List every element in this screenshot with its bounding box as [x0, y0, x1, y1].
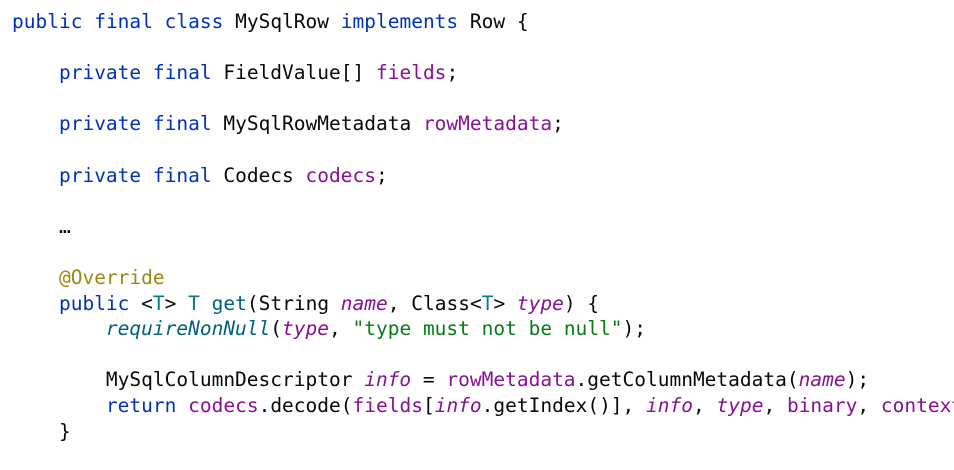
code-editor[interactable]: public final class MySqlRow implements R…	[0, 0, 954, 470]
code-token: FieldValue[]	[211, 61, 376, 85]
code-token: fields	[375, 61, 447, 85]
code-line[interactable]	[12, 86, 954, 112]
code-token: …	[12, 214, 71, 238]
code-token: rowMetadata	[422, 112, 553, 136]
code-line[interactable]: requireNonNull(type, "type must not be n…	[12, 316, 954, 342]
code-token: );	[845, 368, 870, 392]
code-block[interactable]: public final class MySqlRow implements R…	[12, 9, 954, 444]
code-token: codecs	[188, 393, 259, 417]
code-token: T	[152, 291, 165, 315]
code-token: requireNonNull	[105, 317, 271, 341]
code-token: public	[12, 10, 83, 33]
code-token: =	[411, 368, 447, 392]
code-token: rowMetadata	[446, 368, 576, 392]
code-token: }	[12, 419, 71, 443]
code-token: ,	[857, 393, 881, 417]
code-token: >	[493, 291, 517, 315]
code-token: .getIndex()],	[481, 393, 647, 417]
code-token: MySqlColumnDescriptor	[12, 368, 365, 392]
code-token: final	[152, 112, 212, 136]
code-token: (	[270, 317, 283, 341]
code-token: context	[880, 393, 954, 417]
code-token: return	[105, 393, 177, 417]
code-line[interactable]	[12, 342, 954, 368]
code-token: (String	[246, 291, 341, 315]
code-token: private	[58, 163, 142, 187]
code-line[interactable]: private final FieldValue[] fields;	[12, 60, 954, 86]
code-line[interactable]: private final MySqlRowMetadata rowMetada…	[12, 111, 954, 137]
code-token: ;	[446, 61, 459, 85]
code-token: .getColumnMetadata(	[575, 368, 799, 392]
code-line[interactable]: public <T> T get(String name, Class<T> t…	[12, 291, 954, 317]
code-token: info	[434, 393, 482, 417]
code-token: @Override	[58, 265, 165, 289]
code-token: MySqlRow	[223, 10, 341, 33]
code-line[interactable]: private final Codecs codecs;	[12, 163, 954, 189]
code-token: get	[211, 291, 247, 315]
code-line[interactable]	[12, 239, 954, 265]
code-token: type	[516, 291, 564, 315]
code-token: info	[364, 368, 412, 392]
code-token: codecs	[305, 163, 376, 187]
code-token: binary	[786, 393, 858, 417]
code-token: Row {	[458, 10, 529, 33]
code-token: T	[481, 291, 494, 315]
code-line[interactable]: }	[12, 419, 954, 445]
code-token: Codecs	[211, 163, 306, 187]
code-token: final	[152, 61, 212, 85]
code-token: MySqlRowMetadata	[211, 112, 423, 136]
code-token: ) {	[563, 291, 600, 315]
code-token: fields	[352, 393, 423, 417]
code-token: type	[282, 317, 330, 341]
code-line[interactable]: return codecs.decode(fields[info.getInde…	[12, 393, 954, 419]
code-line[interactable]	[12, 35, 954, 61]
code-token: [	[422, 393, 435, 417]
code-token: final	[94, 10, 153, 33]
code-token: name	[340, 291, 388, 315]
code-line[interactable]: MySqlColumnDescriptor info = rowMetadata…	[12, 367, 954, 393]
code-token: name	[798, 368, 846, 392]
code-token: private	[58, 112, 142, 136]
code-line[interactable]: public final class MySqlRow implements R…	[12, 9, 954, 35]
code-line[interactable]: @Override	[12, 265, 954, 291]
code-token: , Class<	[387, 291, 482, 315]
code-token: .decode(	[258, 393, 353, 417]
code-token: );	[622, 317, 647, 341]
code-token: <	[129, 291, 153, 315]
code-token: implements	[340, 10, 459, 33]
code-token: ;	[375, 163, 388, 187]
code-token: "type must not be null"	[352, 317, 623, 341]
code-token: ,	[329, 317, 353, 341]
code-token: ;	[552, 112, 564, 136]
code-token: T	[188, 291, 200, 315]
code-token: type	[716, 393, 764, 417]
code-token: ,	[693, 393, 717, 417]
code-token: info	[646, 393, 694, 417]
code-token: final	[152, 163, 212, 187]
code-line[interactable]	[12, 137, 954, 163]
code-token: class	[164, 10, 224, 33]
code-token: private	[58, 61, 142, 85]
code-line[interactable]	[12, 188, 954, 214]
code-token: >	[164, 291, 189, 315]
code-token: public	[58, 291, 130, 315]
code-line[interactable]: …	[12, 214, 954, 240]
code-token: ,	[763, 393, 787, 417]
